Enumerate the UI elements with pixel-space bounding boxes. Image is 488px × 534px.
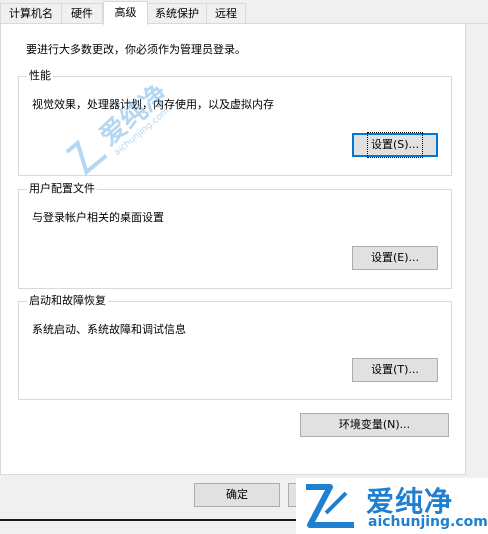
- tab-remote[interactable]: 远程: [206, 3, 246, 24]
- window-bottom-edge: [0, 519, 300, 521]
- tab-advanced[interactable]: 高级: [103, 1, 148, 25]
- startup-recovery-description: 系统启动、系统故障和调试信息: [32, 323, 186, 336]
- user-profiles-settings-button[interactable]: 设置(E)...: [352, 246, 438, 270]
- startup-recovery-group: 启动和故障恢复 系统启动、系统故障和调试信息 设置(T)...: [18, 294, 452, 400]
- brand-name-en: aichunjing.com: [368, 514, 488, 530]
- environment-variables-button[interactable]: 环境变量(N)...: [300, 413, 449, 437]
- tab-hardware[interactable]: 硬件: [61, 3, 103, 24]
- startup-recovery-title: 启动和故障恢复: [27, 294, 108, 308]
- admin-notice: 要进行大多数更改，你必须作为管理员登录。: [26, 43, 246, 56]
- ok-button[interactable]: 确定: [194, 483, 280, 507]
- startup-recovery-settings-label: 设置(T)...: [371, 363, 419, 376]
- tab-strip: 计算机名 硬件 高级 系统保护 远程: [0, 0, 488, 25]
- brand-watermark: 爱纯净 aichunjing.com: [296, 478, 488, 534]
- tab-system-protection[interactable]: 系统保护: [147, 3, 207, 24]
- user-profiles-settings-label: 设置(E)...: [370, 251, 420, 264]
- performance-settings-label: 设置(S)...: [366, 132, 424, 158]
- user-profiles-title: 用户配置文件: [27, 182, 97, 196]
- environment-variables-label: 环境变量(N)...: [338, 418, 411, 431]
- tab-computer-name[interactable]: 计算机名: [0, 3, 62, 24]
- startup-recovery-settings-button[interactable]: 设置(T)...: [352, 358, 438, 382]
- user-profiles-group: 用户配置文件 与登录帐户相关的桌面设置 设置(E)...: [18, 182, 452, 289]
- brand-logo-icon: [306, 484, 354, 528]
- performance-settings-button[interactable]: 设置(S)...: [352, 132, 438, 158]
- user-profiles-description: 与登录帐户相关的桌面设置: [32, 211, 164, 224]
- ok-label: 确定: [226, 488, 248, 501]
- performance-title: 性能: [27, 69, 53, 83]
